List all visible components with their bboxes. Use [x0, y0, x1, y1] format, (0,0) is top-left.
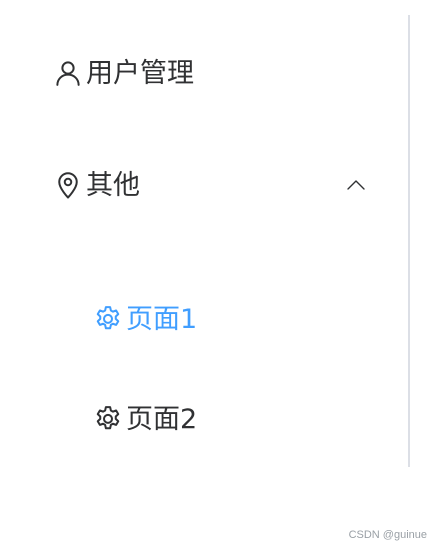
menu-item-label: 页面1: [126, 303, 198, 335]
menu-item-page1[interactable]: 页面1: [92, 299, 197, 339]
watermark: CSDN @guinue: [348, 529, 427, 541]
menu-item-page2[interactable]: 页面2: [92, 399, 197, 439]
menu-item-label: 用户管理: [86, 57, 194, 89]
submenu-title-label: 其他: [86, 169, 140, 201]
location-icon: [52, 169, 84, 201]
chevron-up-icon[interactable]: [344, 173, 368, 197]
menu-item-user-management[interactable]: 用户管理: [52, 53, 194, 93]
app-window: 用户管理 其他 页面1 页面2 CSDN @guinue: [0, 0, 443, 551]
sidebar-menu: 用户管理 其他 页面1 页面2: [0, 15, 410, 467]
menu-item-label: 页面2: [126, 403, 198, 435]
gear-icon: [92, 403, 124, 435]
submenu-title-other[interactable]: 其他: [52, 165, 372, 205]
user-icon: [52, 57, 84, 89]
gear-icon: [92, 303, 124, 335]
